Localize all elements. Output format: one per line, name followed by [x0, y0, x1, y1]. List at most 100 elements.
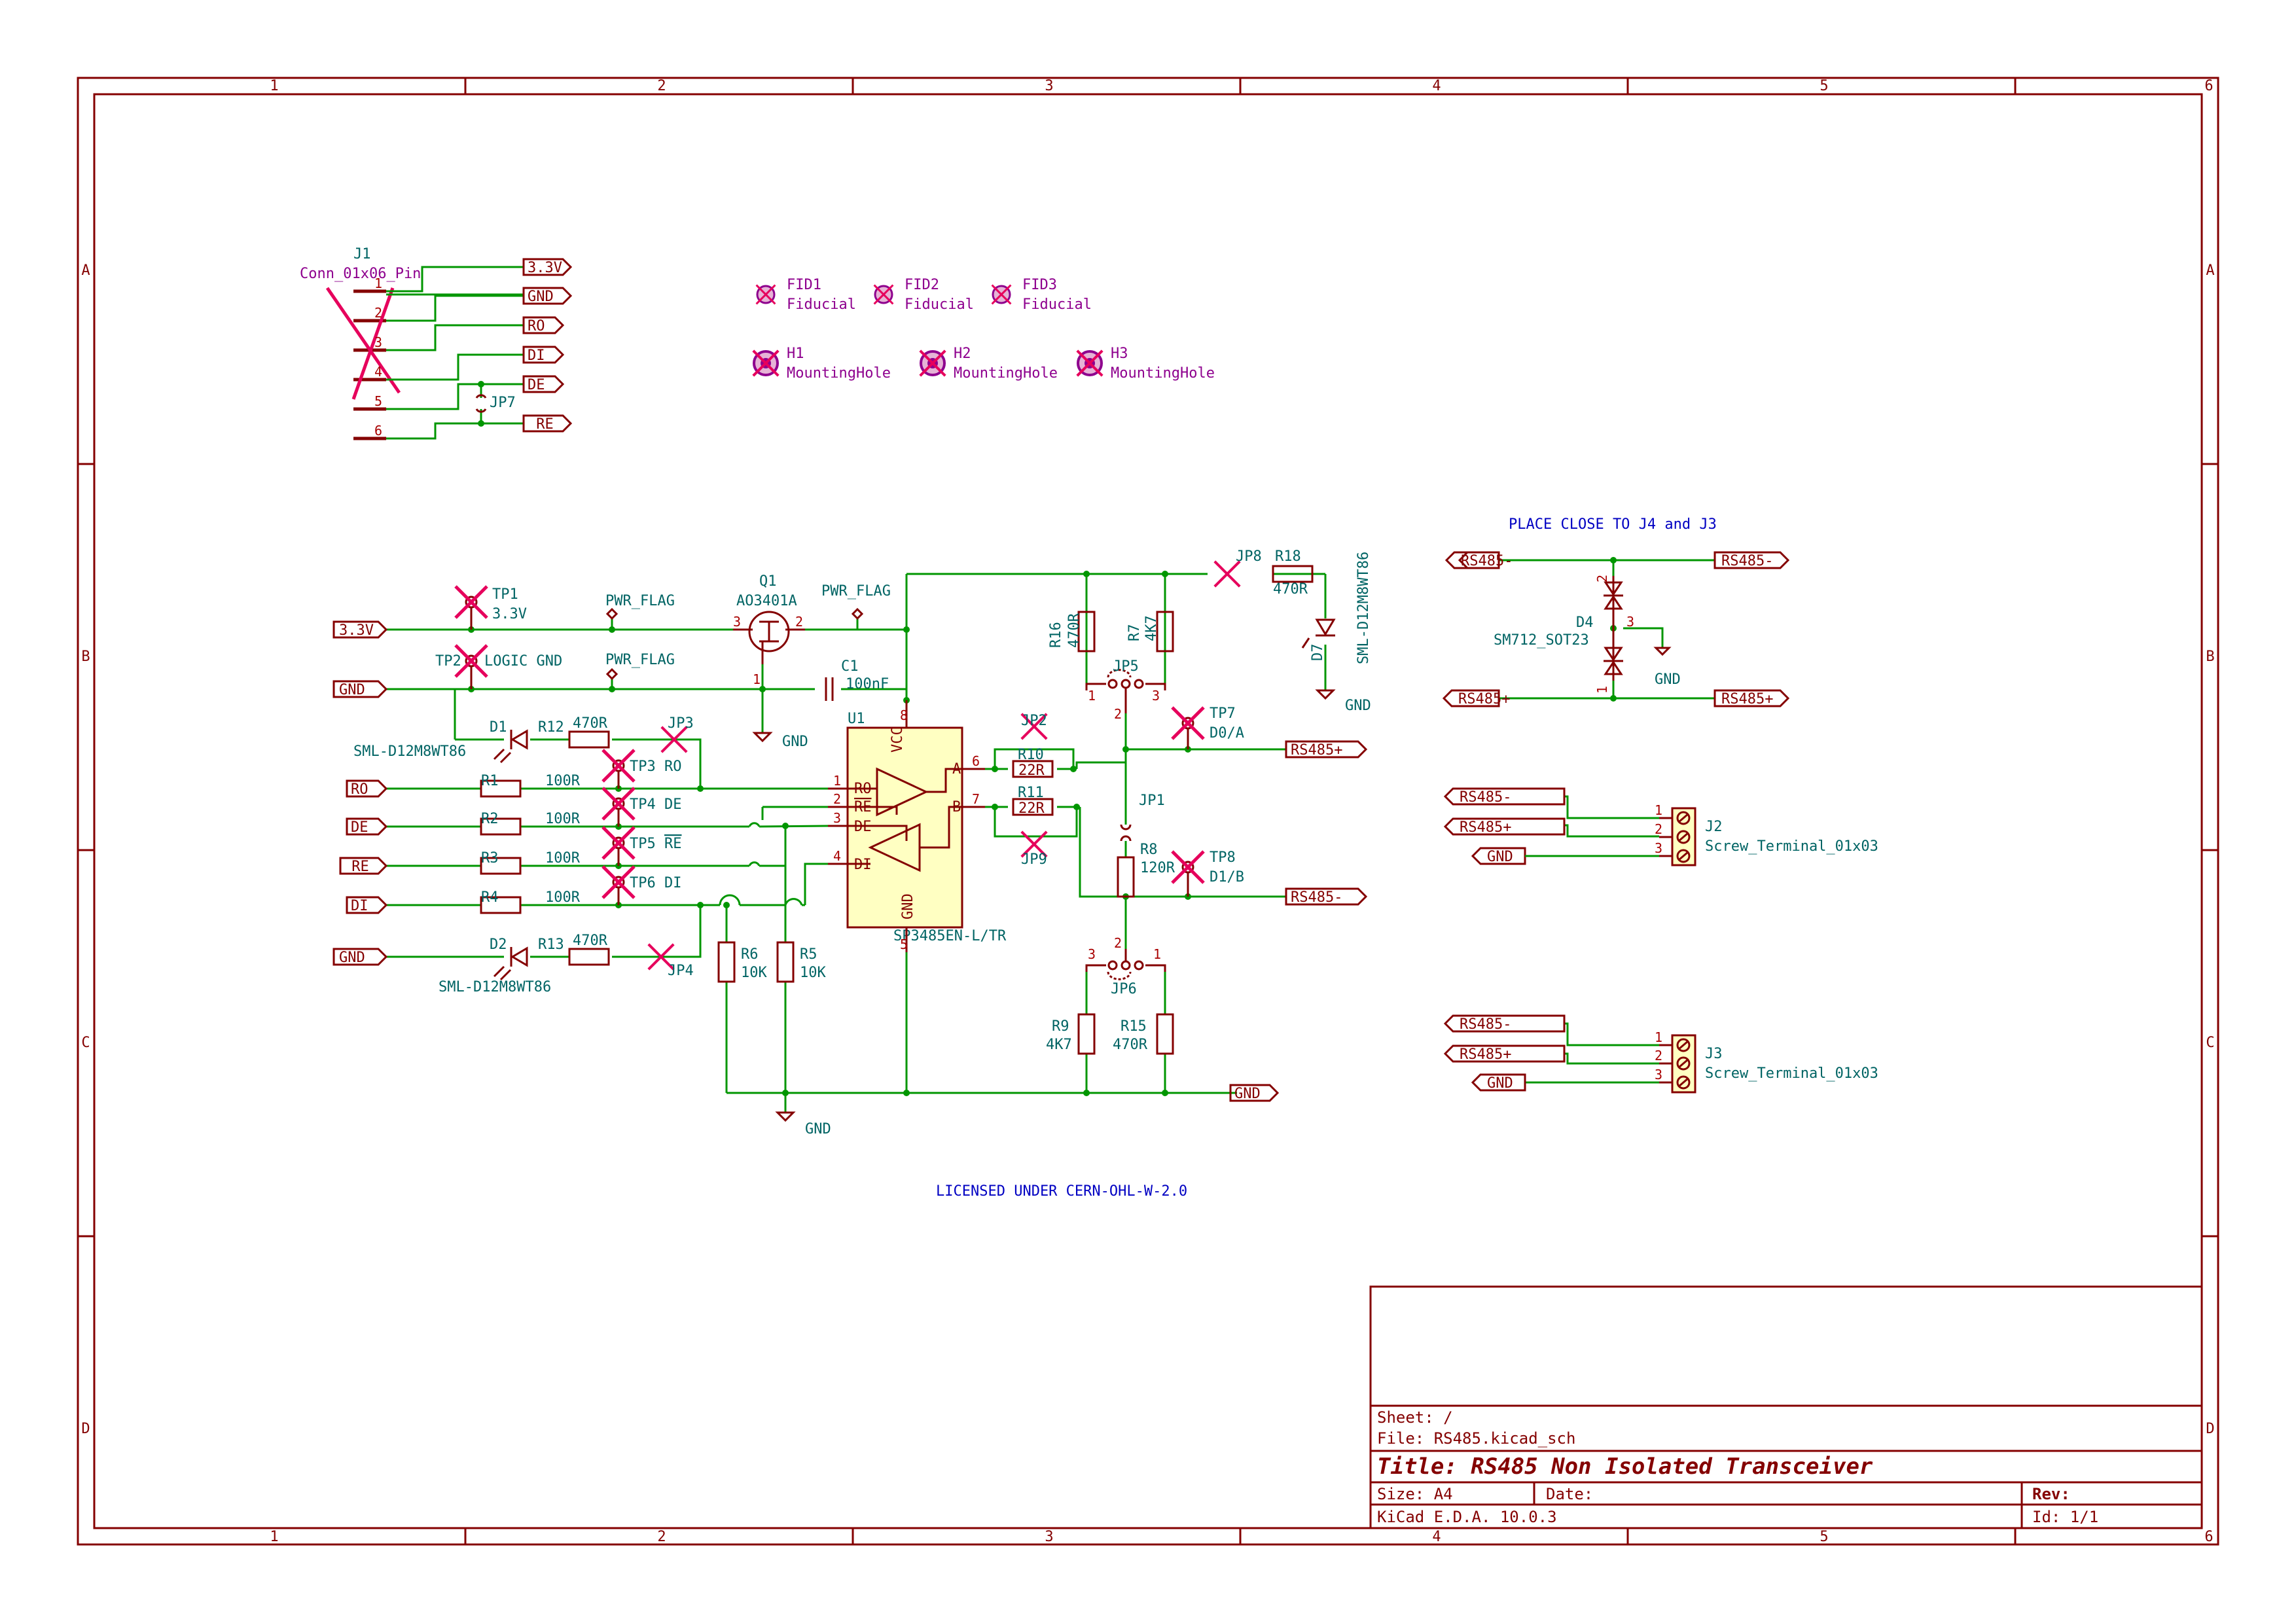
j1-pin: 1 [374, 276, 382, 291]
label-gnd-led2: GND [332, 948, 388, 966]
r12-value: 470R [573, 715, 608, 732]
svg-text:3.3V: 3.3V [528, 260, 562, 276]
col-label: 3 [1045, 1529, 1053, 1545]
r7-ref: R7 [1126, 624, 1143, 642]
svg-text:3: 3 [1655, 1067, 1662, 1082]
r18-ref: R18 [1275, 548, 1301, 565]
r1-ref: R1 [481, 773, 499, 789]
svg-text:3: 3 [1655, 840, 1662, 856]
svg-text:_RE: _RE [343, 859, 369, 875]
j1-pin: 6 [374, 423, 382, 438]
j1-label-di: DI [522, 346, 565, 364]
q1-value: AO3401A [736, 593, 797, 609]
r9-value: 4K7 [1046, 1037, 1072, 1053]
j1-label-gnd: GND [522, 287, 573, 305]
r3-value: 100R [545, 850, 581, 866]
gnd-symbol-label: GND [805, 1121, 831, 1137]
svg-text:GND: GND [339, 682, 365, 698]
j1-ref: J1 [353, 246, 371, 262]
r11-ref: R11 [1018, 785, 1044, 801]
r2-ref: R2 [481, 811, 499, 827]
svg-text:GND: GND [1487, 1075, 1513, 1092]
row-label: C [2206, 1035, 2214, 1051]
d7-ref: D7 [1310, 644, 1326, 662]
jp9-ref: JP9 [1021, 851, 1047, 868]
svg-text:2: 2 [1655, 821, 1662, 837]
svg-text:2: 2 [1594, 575, 1610, 582]
revision-field: Rev: [2032, 1485, 2070, 1503]
svg-text:3: 3 [1088, 946, 1096, 962]
fid3-ref: FID3 [1022, 277, 1057, 293]
svg-text:RS485+: RS485+ [1721, 691, 1773, 707]
q1-ref: Q1 [759, 573, 777, 590]
svg-text:GND: GND [528, 289, 554, 305]
col-label: 2 [657, 1529, 666, 1545]
fid2-ref: FID2 [905, 277, 939, 293]
svg-text:_RE: _RE [528, 416, 554, 433]
r8-ref: R8 [1140, 842, 1158, 858]
svg-text:RS485+: RS485+ [1460, 819, 1511, 836]
pwr-flag-label: PWR_FLAG [605, 652, 675, 668]
row-label: C [81, 1035, 90, 1051]
svg-text:1: 1 [1153, 946, 1161, 962]
col-label: 5 [1820, 78, 1828, 94]
u1-pin-ro: RO [854, 781, 872, 797]
r8-value: 120R [1140, 860, 1175, 876]
svg-text:3: 3 [1152, 688, 1160, 704]
j2-label-gnd: GND [1471, 847, 1526, 865]
svg-text:3: 3 [733, 614, 741, 630]
label-di: DI [346, 896, 388, 914]
d2-ref: D2 [490, 936, 507, 953]
h2-value: MountingHole [954, 365, 1058, 382]
label-re: _RE [339, 857, 388, 875]
svg-text:RS485-: RS485- [1461, 553, 1513, 569]
label-rs485m-out: RS485- [1285, 887, 1368, 906]
svg-text:RS485-: RS485- [1460, 1016, 1511, 1033]
placement-note: PLACE CLOSE TO J4 and J3 [1509, 516, 1717, 533]
capacitor-c1 [825, 677, 834, 701]
r2-value: 100R [545, 811, 581, 827]
row-label: A [81, 262, 90, 279]
r13-value: 470R [573, 933, 608, 949]
u1-pin-gnd: GND [900, 893, 916, 919]
j2-label-rs485m: RS485- [1443, 787, 1566, 806]
j1-label-de: DE [522, 375, 565, 393]
svg-text:RS485+: RS485+ [1458, 691, 1510, 707]
tp2-ref: TP2 [435, 653, 461, 669]
j1-pin: 3 [374, 334, 382, 350]
svg-text:6: 6 [972, 753, 980, 769]
h1-ref: H1 [787, 346, 804, 362]
j1-value: Conn_01x06_Pin [300, 266, 421, 282]
row-label: B [81, 649, 90, 665]
u1-value: SP3485EN-L/TR [893, 928, 1007, 944]
svg-text:1: 1 [1655, 1029, 1662, 1045]
label-gnd-in: GND [332, 680, 388, 698]
tp1-value: 3.3V [492, 606, 527, 622]
tp7-value: D0/A [1210, 725, 1244, 741]
svg-text:2: 2 [1114, 935, 1122, 951]
transceiver-u1: U1 SP3485EN-L/TR RO RE DE DI A B VCC GND… [828, 700, 1007, 952]
connector-j1: J1 Conn_01x06_Pin 1 2 3 4 5 6 JP7 3.3V G… [300, 246, 573, 440]
jp8-ref: JP8 [1236, 548, 1262, 565]
mounting-holes: H1 MountingHole H2 MountingHole H3 Mount… [753, 346, 1215, 382]
j3-label-rs485p: RS485+ [1443, 1044, 1566, 1063]
r5-ref: R5 [800, 946, 817, 963]
j2-label-rs485p: RS485+ [1443, 817, 1566, 836]
fid1-value: Fiducial [787, 296, 856, 313]
tvs-label-rs485p-left: RS485+ [1442, 689, 1510, 707]
r6-ref: R6 [741, 946, 759, 963]
mosfet-q1: Q1 AO3401A 3 2 1 [733, 573, 805, 687]
tool-version: KiCad E.D.A. 10.0.3 [1377, 1508, 1557, 1526]
col-label: 5 [1820, 1529, 1828, 1545]
jp4-ref: JP4 [668, 963, 694, 979]
svg-text:2: 2 [833, 791, 841, 807]
h2-ref: H2 [954, 346, 971, 362]
jp1-ref: JP1 [1139, 793, 1165, 809]
tvs-d4: D4 SM712_SOT23 GND 2 3 1 RS485- RS485- R… [1442, 551, 1790, 707]
u1-pin-a: A [952, 761, 961, 777]
svg-text:GND: GND [1234, 1086, 1261, 1102]
gnd-symbol-label: GND [1345, 698, 1371, 714]
r1-value: 100R [545, 773, 581, 789]
row-label: D [2206, 1421, 2214, 1437]
svg-text:3.3V: 3.3V [339, 622, 374, 639]
